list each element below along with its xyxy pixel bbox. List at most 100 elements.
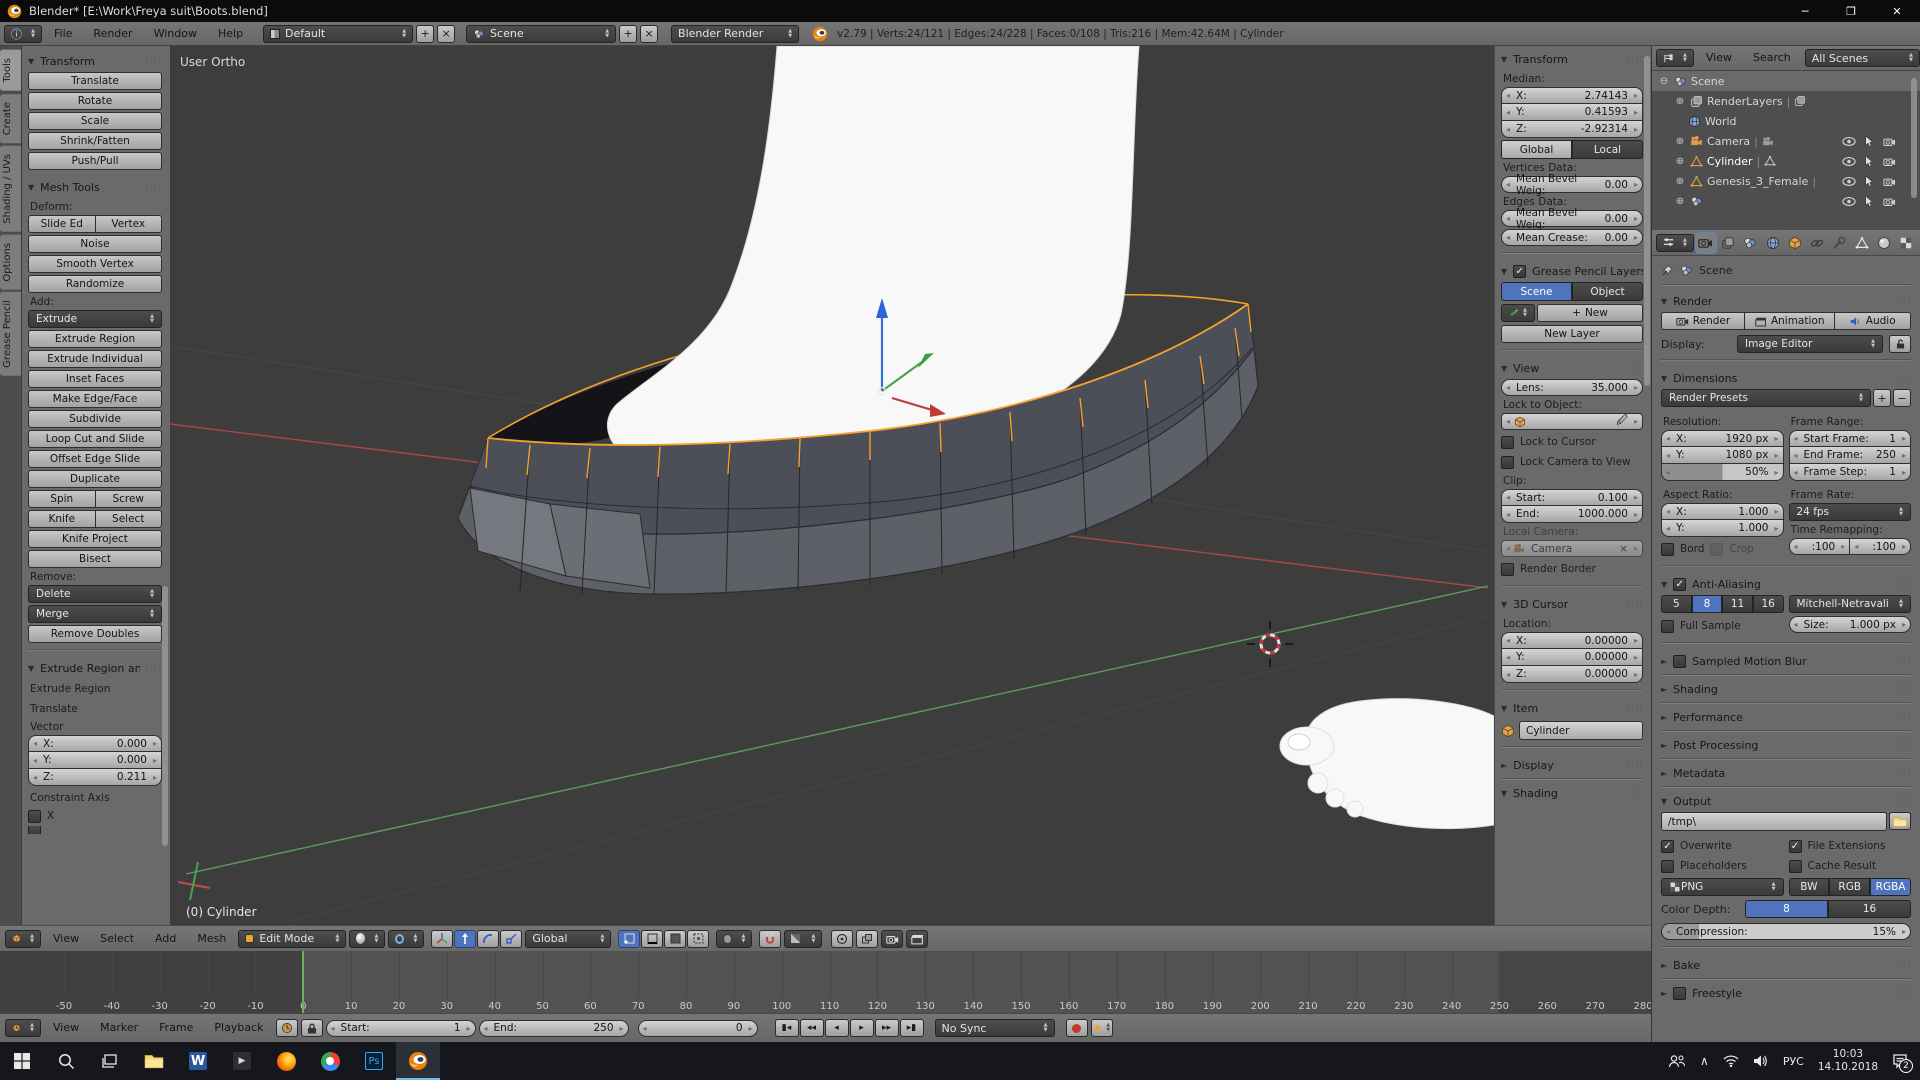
render-border-checkbox[interactable]: [1501, 563, 1514, 576]
depth-8-toggle[interactable]: 8: [1745, 900, 1828, 918]
outliner-row-scene[interactable]: ⊖ Scene: [1652, 71, 1920, 91]
scene-selector[interactable]: Scene: [466, 25, 616, 43]
rotate-button[interactable]: Rotate: [28, 92, 162, 110]
cursor-z-field[interactable]: Z:0.00000: [1501, 666, 1643, 683]
panel-render[interactable]: Render: [1661, 290, 1911, 312]
panel-output[interactable]: Output: [1661, 790, 1911, 812]
outliner-row-renderlayers[interactable]: ⊕ RenderLayers|: [1652, 91, 1920, 111]
render-audio-button[interactable]: Audio: [1835, 312, 1911, 330]
renderability-camera-icon[interactable]: [1883, 196, 1896, 207]
current-frame-indicator[interactable]: [302, 951, 304, 1013]
aa-size-field[interactable]: Size:1.000 px: [1789, 616, 1912, 633]
gp-object-toggle[interactable]: Object: [1572, 282, 1643, 301]
start-frame-field[interactable]: Start Frame:1: [1789, 430, 1912, 447]
snap-peel-button[interactable]: [856, 930, 878, 948]
editor-type-3dview[interactable]: [5, 930, 41, 948]
aa-samples-8[interactable]: 8: [1692, 595, 1723, 613]
screen-layout-selector[interactable]: Default: [263, 25, 413, 43]
outliner-row-world[interactable]: World: [1652, 111, 1920, 131]
offset-edge-slide-button[interactable]: Offset Edge Slide: [28, 450, 162, 468]
jump-to-start-button[interactable]: ▮◂: [775, 1019, 799, 1037]
panel-shading-props[interactable]: Shading: [1661, 678, 1911, 700]
tab-render-layers[interactable]: [1718, 233, 1738, 253]
randomize-button[interactable]: Randomize: [28, 275, 162, 293]
lock-to-cursor-checkbox[interactable]: [1501, 436, 1514, 449]
occlude-toggle[interactable]: [687, 930, 709, 948]
jump-to-end-button[interactable]: ▸▮: [900, 1019, 924, 1037]
editor-type-info[interactable]: ⓘ: [4, 25, 42, 43]
tool-shelf-scrollbar[interactable]: [162, 586, 168, 846]
menu-file[interactable]: File: [45, 22, 81, 46]
rgba-toggle[interactable]: RGBA: [1870, 878, 1911, 896]
item-name-field[interactable]: Cylinder: [1519, 721, 1643, 740]
bisect-button[interactable]: Bisect: [28, 550, 162, 568]
motion-blur-checkbox[interactable]: [1673, 655, 1686, 668]
keying-set-button[interactable]: ◆: [1091, 1019, 1114, 1037]
opengl-render-anim-button[interactable]: [906, 930, 928, 948]
panel-grease-pencil[interactable]: Grease Pencil Layers: [1501, 260, 1643, 282]
frame-end-field[interactable]: End:250: [479, 1020, 629, 1037]
taskbar-chrome[interactable]: [308, 1042, 352, 1080]
panel-transform[interactable]: Transform: [28, 50, 162, 72]
delete-menu[interactable]: Delete: [28, 585, 162, 603]
aa-samples-11[interactable]: 11: [1722, 595, 1753, 613]
lens-field[interactable]: Lens:35.000: [1501, 379, 1643, 396]
knife-button[interactable]: Knife: [28, 510, 96, 528]
timeline-body[interactable]: -50-40-30-20-100102030405060708090100110…: [0, 951, 1651, 1013]
panel-item[interactable]: Item: [1501, 697, 1643, 719]
tray-expand-chevron[interactable]: ∧: [1700, 1054, 1709, 1068]
tab-material[interactable]: [1874, 233, 1894, 253]
taskbar-media-app[interactable]: ▶: [220, 1042, 264, 1080]
vector-z-field[interactable]: Z:0.211: [28, 769, 162, 786]
render-display-selector[interactable]: Image Editor: [1737, 335, 1883, 353]
panel-performance[interactable]: Performance: [1661, 706, 1911, 728]
outliner-row-genesis[interactable]: ⊕ Genesis_3_Female|: [1652, 171, 1920, 191]
outliner-row-camera[interactable]: ⊕ Camera|: [1652, 131, 1920, 151]
edge-select-button[interactable]: [641, 930, 663, 948]
frame-start-field[interactable]: Start:1: [326, 1020, 476, 1037]
aa-samples-5[interactable]: 5: [1661, 595, 1692, 613]
wifi-icon[interactable]: [1723, 1055, 1739, 1067]
v3d-menu-select[interactable]: Select: [91, 927, 143, 951]
selectability-cursor-icon[interactable]: [1865, 176, 1874, 187]
outliner-scrollbar[interactable]: [1911, 78, 1917, 198]
editor-type-outliner[interactable]: [1656, 49, 1694, 67]
add-scene-button[interactable]: +: [619, 25, 637, 43]
gp-data-menu[interactable]: [1501, 304, 1535, 322]
bw-toggle[interactable]: BW: [1789, 878, 1830, 896]
vertex-select-button[interactable]: [618, 930, 640, 948]
taskbar-photoshop[interactable]: Ps: [352, 1042, 396, 1080]
editor-type-timeline[interactable]: [5, 1019, 41, 1037]
tab-tools[interactable]: Tools: [0, 50, 21, 91]
snap-element-selector[interactable]: [784, 930, 822, 948]
tl-menu-frame[interactable]: Frame: [150, 1016, 202, 1040]
cursor-y-field[interactable]: Y:0.00000: [1501, 649, 1643, 666]
taskbar-blender[interactable]: [396, 1042, 440, 1080]
sync-mode-selector[interactable]: No Sync: [935, 1019, 1055, 1037]
close-button[interactable]: ✕: [1874, 0, 1920, 22]
panel-bake[interactable]: Bake: [1661, 954, 1911, 976]
render-still-button[interactable]: Render: [1661, 312, 1745, 330]
smooth-vertex-button[interactable]: Smooth Vertex: [28, 255, 162, 273]
viewport-shading-selector[interactable]: [349, 930, 385, 948]
constraint-y-checkbox[interactable]: [28, 826, 41, 834]
local-camera-field[interactable]: Camera×: [1501, 540, 1643, 557]
tab-shading-uvs[interactable]: Shading / UVs: [0, 146, 21, 232]
aspect-x-field[interactable]: X:1.000: [1661, 503, 1784, 520]
previous-keyframe-button[interactable]: ◂◂: [800, 1019, 824, 1037]
freestyle-checkbox[interactable]: [1673, 987, 1686, 1000]
vector-y-field[interactable]: Y:0.000: [28, 752, 162, 769]
clip-end-field[interactable]: End:1000.000: [1501, 506, 1643, 523]
border-checkbox[interactable]: [1661, 543, 1674, 556]
duplicate-button[interactable]: Duplicate: [28, 470, 162, 488]
lock-frame-toggle[interactable]: [301, 1019, 323, 1037]
remap-new-field[interactable]: :100: [1850, 538, 1911, 555]
fps-menu[interactable]: 24 fps: [1789, 503, 1912, 521]
tab-scene[interactable]: [1740, 233, 1760, 253]
screw-button[interactable]: Screw: [96, 490, 163, 508]
pivot-selector[interactable]: [388, 930, 424, 948]
constraint-x-checkbox[interactable]: [28, 810, 41, 823]
taskbar-word[interactable]: W: [176, 1042, 220, 1080]
outliner-row-cylinder[interactable]: ⊕ Cylinder|: [1652, 151, 1920, 171]
taskbar-file-explorer[interactable]: [132, 1042, 176, 1080]
